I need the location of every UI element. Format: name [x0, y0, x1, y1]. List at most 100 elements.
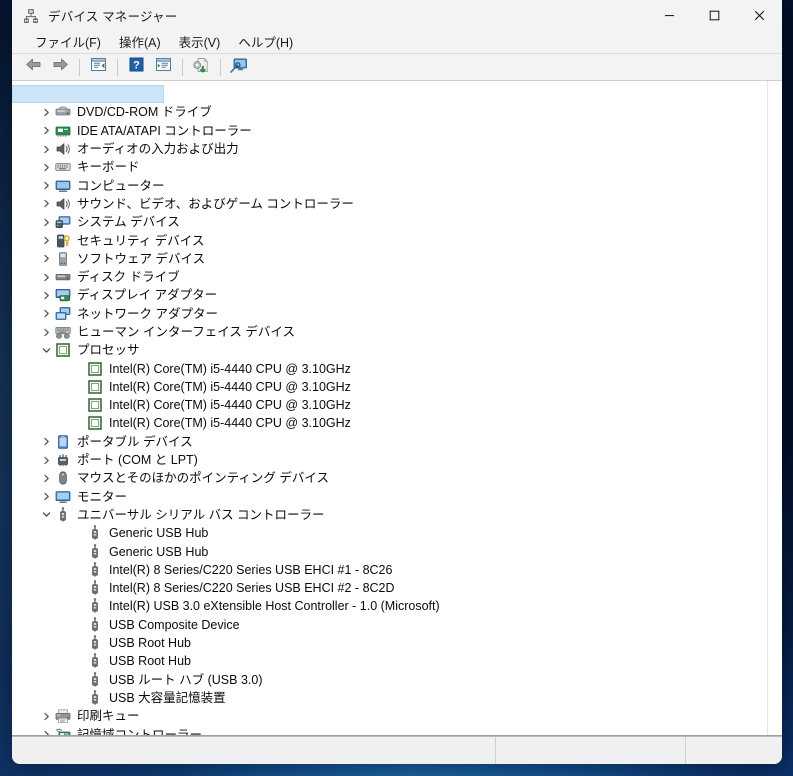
- tree-node[interactable]: ポート (COM と LPT): [12, 451, 767, 469]
- tree-node[interactable]: USB Root Hub: [12, 652, 767, 670]
- chevron-placeholder: [70, 547, 86, 556]
- tree-node[interactable]: Intel(R) Core(TM) i5-4440 CPU @ 3.10GHz: [12, 359, 767, 377]
- tree-node-label: コンピューター: [77, 178, 165, 193]
- chevron-placeholder: [70, 620, 86, 629]
- chevron-right-icon[interactable]: [38, 181, 54, 190]
- tree-node[interactable]: Intel(R) Core(TM) i5-4440 CPU @ 3.10GHz: [12, 414, 767, 432]
- tree-node[interactable]: Intel(R) 8 Series/C220 Series USB EHCI #…: [12, 579, 767, 597]
- tree-node[interactable]: USB Composite Device: [12, 616, 767, 634]
- tree-root-node[interactable]: [12, 85, 767, 104]
- tree-node-label: キーボード: [77, 160, 140, 175]
- back-button[interactable]: [20, 56, 46, 79]
- device-manager-window: デバイス マネージャー ファイル(F) 操作(A) 表示(V) ヘルプ(H) ?…: [12, 0, 782, 764]
- chevron-right-icon[interactable]: [38, 474, 54, 483]
- port-icon: [54, 452, 72, 468]
- network-adapter-icon: [54, 306, 72, 322]
- tree-node-label: ポート (COM と LPT): [77, 453, 198, 468]
- usb-icon: [86, 543, 104, 560]
- vertical-scrollbar[interactable]: [767, 81, 782, 735]
- close-button[interactable]: [737, 0, 782, 31]
- usb-icon: [86, 561, 104, 578]
- chevron-down-icon[interactable]: [38, 346, 54, 355]
- tree-node[interactable]: Intel(R) Core(TM) i5-4440 CPU @ 3.10GHz: [12, 396, 767, 414]
- tree-node[interactable]: IDE ATA/ATAPI コントローラー: [12, 122, 767, 140]
- tree-node[interactable]: モニター: [12, 488, 767, 506]
- tree-node-label: ユニバーサル シリアル バス コントローラー: [77, 507, 325, 522]
- computer-icon: [54, 178, 72, 194]
- tree-node[interactable]: システム デバイス: [12, 213, 767, 231]
- menu-help[interactable]: ヘルプ(H): [229, 30, 302, 54]
- device-tree[interactable]: DVD/CD-ROM ドライブ IDE ATA/ATAPI コントローラー オーディ…: [12, 81, 767, 735]
- chevron-right-icon[interactable]: [38, 218, 54, 227]
- chevron-right-icon[interactable]: [38, 712, 54, 721]
- chevron-placeholder: [70, 584, 86, 593]
- chevron-right-icon[interactable]: [38, 163, 54, 172]
- toolbar: ?: [12, 54, 782, 81]
- chevron-right-icon[interactable]: [38, 273, 54, 282]
- tree-node[interactable]: Intel(R) Core(TM) i5-4440 CPU @ 3.10GHz: [12, 378, 767, 396]
- usb-icon: [86, 690, 104, 706]
- tree-node[interactable]: プロセッサ: [12, 341, 767, 359]
- maximize-button[interactable]: [692, 0, 737, 31]
- tree-node[interactable]: セキュリティ デバイス: [12, 231, 767, 249]
- tree-node-label: USB Composite Device: [109, 617, 240, 632]
- tree-node[interactable]: USB ルート ハブ (USB 3.0): [12, 671, 767, 689]
- chevron-down-icon[interactable]: [38, 510, 54, 519]
- chevron-right-icon[interactable]: [38, 309, 54, 318]
- update-driver-button[interactable]: [188, 56, 214, 79]
- tree-node[interactable]: ヒューマン インターフェイス デバイス: [12, 323, 767, 341]
- tree-node-label: USB ルート ハブ (USB 3.0): [109, 672, 263, 687]
- toolbar-separator: [79, 58, 80, 76]
- tree-node[interactable]: Intel(R) USB 3.0 eXtensible Host Control…: [12, 597, 767, 615]
- chevron-right-icon[interactable]: [38, 236, 54, 245]
- chevron-right-icon[interactable]: [38, 730, 54, 735]
- menu-action[interactable]: 操作(A): [110, 30, 170, 54]
- scan-hardware-button[interactable]: [226, 56, 252, 79]
- tree-node[interactable]: 印刷キュー: [12, 707, 767, 725]
- tree-node-label: マウスとそのほかのポインティング デバイス: [77, 471, 329, 486]
- tree-node[interactable]: ソフトウェア デバイス: [12, 250, 767, 268]
- tree-node[interactable]: Intel(R) 8 Series/C220 Series USB EHCI #…: [12, 561, 767, 579]
- display-adapter-icon: [54, 287, 72, 303]
- help-button[interactable]: ?: [123, 56, 149, 79]
- tree-node[interactable]: キーボード: [12, 158, 767, 176]
- chevron-right-icon[interactable]: [38, 492, 54, 501]
- tree-node[interactable]: USB Root Hub: [12, 634, 767, 652]
- minimize-button[interactable]: [647, 0, 692, 31]
- tree-node[interactable]: 記憶域コントローラー: [12, 725, 767, 735]
- tree-node[interactable]: ポータブル デバイス: [12, 433, 767, 451]
- tree-node[interactable]: オーディオの入力および出力: [12, 140, 767, 158]
- tree-node[interactable]: コンピューター: [12, 176, 767, 194]
- tree-node[interactable]: マウスとそのほかのポインティング デバイス: [12, 469, 767, 487]
- system-device-icon: [54, 214, 72, 230]
- usb-icon: [86, 653, 104, 669]
- show-hidden-button[interactable]: [150, 56, 176, 79]
- chevron-right-icon[interactable]: [38, 328, 54, 337]
- forward-arrow-icon: [52, 57, 69, 77]
- tree-node[interactable]: Generic USB Hub: [12, 524, 767, 542]
- menu-view[interactable]: 表示(V): [170, 30, 230, 54]
- chevron-right-icon[interactable]: [38, 254, 54, 263]
- chevron-placeholder: [70, 675, 86, 684]
- chevron-right-icon[interactable]: [38, 199, 54, 208]
- tree-node[interactable]: ユニバーサル シリアル バス コントローラー: [12, 506, 767, 524]
- tree-node[interactable]: DVD/CD-ROM ドライブ: [12, 103, 767, 121]
- tree-node[interactable]: Generic USB Hub: [12, 542, 767, 560]
- chevron-right-icon[interactable]: [38, 145, 54, 154]
- tree-node[interactable]: サウンド、ビデオ、およびゲーム コントローラー: [12, 195, 767, 213]
- tree-node[interactable]: ディスク ドライブ: [12, 268, 767, 286]
- chevron-right-icon[interactable]: [38, 291, 54, 300]
- monitor-icon: [54, 489, 72, 505]
- usb-icon: [86, 671, 104, 688]
- chevron-right-icon[interactable]: [38, 126, 54, 135]
- tree-node[interactable]: USB 大容量記憶装置: [12, 689, 767, 707]
- forward-button[interactable]: [47, 56, 73, 79]
- tree-node[interactable]: ネットワーク アダプター: [12, 305, 767, 323]
- tree-node-label: DVD/CD-ROM ドライブ: [77, 105, 212, 120]
- tree-node[interactable]: ディスプレイ アダプター: [12, 286, 767, 304]
- properties-button[interactable]: [85, 56, 111, 79]
- chevron-right-icon[interactable]: [38, 437, 54, 446]
- chevron-right-icon[interactable]: [38, 108, 54, 117]
- menu-file[interactable]: ファイル(F): [26, 30, 110, 54]
- chevron-right-icon[interactable]: [38, 456, 54, 465]
